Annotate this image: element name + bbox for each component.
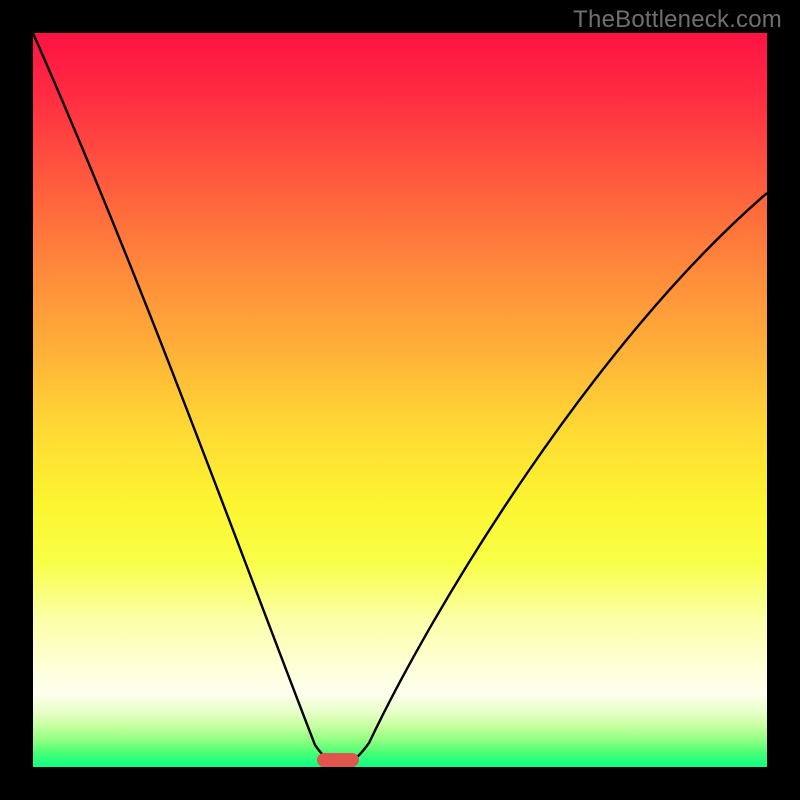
- bottleneck-curve-right: [341, 193, 767, 767]
- bottleneck-curve-left: [33, 33, 341, 767]
- plot-area: [33, 33, 767, 767]
- watermark-text: TheBottleneck.com: [573, 6, 782, 34]
- curve-layer: [33, 33, 767, 767]
- minimum-marker: [317, 753, 359, 767]
- chart-frame: TheBottleneck.com: [0, 0, 800, 800]
